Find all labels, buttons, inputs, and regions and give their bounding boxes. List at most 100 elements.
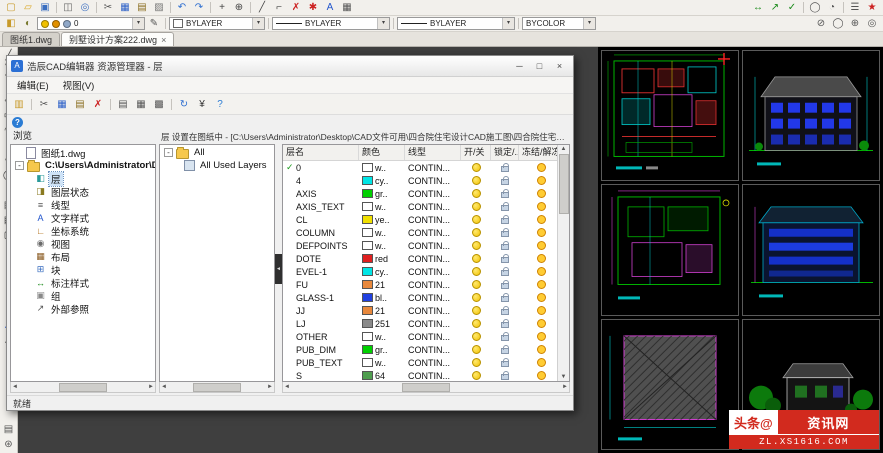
layer-freeze-cell[interactable] xyxy=(519,189,557,198)
layer-freeze-cell[interactable] xyxy=(519,176,557,185)
lock-icon[interactable] xyxy=(501,270,509,276)
plotstyle-combo[interactable]: BYCOLOR▾ xyxy=(522,17,596,30)
color-swatch[interactable] xyxy=(362,163,373,172)
new-layer-icon[interactable]: ▥ xyxy=(11,97,27,112)
layer-linetype-cell[interactable]: CONTIN... xyxy=(405,306,461,316)
table-tool-icon[interactable]: ▤ xyxy=(2,423,16,436)
freeze-icon[interactable] xyxy=(537,280,546,289)
layer-freeze-cell[interactable] xyxy=(519,280,557,289)
layer-lock-cell[interactable] xyxy=(491,306,519,315)
on-off-icon[interactable] xyxy=(472,345,481,354)
filter-icon[interactable]: ¥ xyxy=(194,97,210,112)
copy-icon[interactable]: ▦ xyxy=(117,1,133,15)
layer-color-cell[interactable]: 21 xyxy=(359,306,405,316)
lock-icon[interactable] xyxy=(501,361,509,367)
menu-view[interactable]: 视图(V) xyxy=(56,78,102,92)
on-off-icon[interactable] xyxy=(472,358,481,367)
tree-item-blocks[interactable]: ⊞块 xyxy=(11,263,155,276)
no-plot-icon[interactable]: ⊘ xyxy=(813,17,829,31)
layer-lock-cell[interactable] xyxy=(491,202,519,211)
pane-splitter[interactable]: ◄ xyxy=(275,144,282,393)
layer-color-cell[interactable]: w.. xyxy=(359,228,405,238)
lock-icon[interactable] xyxy=(501,166,509,172)
undo-icon[interactable]: ↶ xyxy=(174,1,190,15)
tree-horizontal-scrollbar[interactable]: ◄ ► xyxy=(10,382,156,393)
layer-linetype-cell[interactable]: CONTIN... xyxy=(405,293,461,303)
layer-freeze-cell[interactable] xyxy=(519,267,557,276)
layer-color-cell[interactable]: 64 xyxy=(359,371,405,381)
layer-onoff-cell[interactable] xyxy=(461,163,491,172)
layer-color-cell[interactable]: cy.. xyxy=(359,267,405,277)
lock-icon[interactable] xyxy=(501,283,509,289)
column-header[interactable]: 颜色 xyxy=(359,145,405,160)
table-row[interactable]: PUB_DIMgr..CONTIN... xyxy=(283,343,557,356)
roof-plan[interactable] xyxy=(601,319,739,450)
explode-icon[interactable]: ✱ xyxy=(305,1,321,15)
tree-item-layouts[interactable]: ▦布局 xyxy=(11,250,155,263)
chevron-down-icon[interactable]: ▾ xyxy=(377,18,389,29)
refresh-icon[interactable]: ↻ xyxy=(176,97,192,112)
tree-item-groups[interactable]: ▣组 xyxy=(11,289,155,302)
layer-linetype-cell[interactable]: CONTIN... xyxy=(405,254,461,264)
preview-icon[interactable]: ◎ xyxy=(77,1,93,15)
color-combo[interactable]: BYLAYER▾ xyxy=(169,17,265,30)
table-row[interactable]: DEFPOINTSw..CONTIN... xyxy=(283,239,557,252)
layer-color-cell[interactable]: gr.. xyxy=(359,189,405,199)
add-circle-icon[interactable]: ⊕ xyxy=(847,17,863,31)
layer-color-cell[interactable]: w.. xyxy=(359,163,405,173)
layer-freeze-cell[interactable] xyxy=(519,319,557,328)
layer-lock-cell[interactable] xyxy=(491,163,519,172)
filter-horizontal-scrollbar[interactable]: ◄ ► xyxy=(159,382,275,393)
scroll-up-icon[interactable]: ▲ xyxy=(561,146,567,152)
lock-icon[interactable] xyxy=(501,335,509,341)
layer-lock-cell[interactable] xyxy=(491,358,519,367)
lock-icon[interactable] xyxy=(501,218,509,224)
table-row[interactable]: GLASS-1bl..CONTIN... xyxy=(283,291,557,304)
freeze-icon[interactable] xyxy=(537,358,546,367)
help-icon[interactable]: ? xyxy=(212,97,228,112)
layer-freeze-cell[interactable] xyxy=(519,202,557,211)
layer-freeze-cell[interactable] xyxy=(519,345,557,354)
table-row[interactable]: LJ251CONTIN... xyxy=(283,317,557,330)
table-row[interactable]: PUB_TEXTw..CONTIN... xyxy=(283,356,557,369)
column-header[interactable]: 锁定/... xyxy=(491,145,519,160)
on-off-icon[interactable] xyxy=(472,228,481,237)
layer-linetype-cell[interactable]: CONTIN... xyxy=(405,189,461,199)
tree-item-views[interactable]: ◉视图 xyxy=(11,237,155,250)
lock-icon[interactable] xyxy=(501,374,509,380)
color-swatch[interactable] xyxy=(362,254,373,263)
on-off-icon[interactable] xyxy=(472,176,481,185)
freeze-icon[interactable] xyxy=(537,254,546,263)
polyline-icon[interactable]: ⌐ xyxy=(271,1,287,15)
color-swatch[interactable] xyxy=(362,241,373,250)
on-off-icon[interactable] xyxy=(472,371,481,380)
lock-icon[interactable] xyxy=(501,322,509,328)
layer-lock-cell[interactable] xyxy=(491,371,519,380)
layer-linetype-cell[interactable]: CONTIN... xyxy=(405,371,461,381)
current-path-node[interactable]: -C:\Users\Administrator\D xyxy=(11,159,155,172)
lock-icon[interactable] xyxy=(501,192,509,198)
table-row[interactable]: DOTEredCONTIN... xyxy=(283,252,557,265)
layer-freeze-cell[interactable] xyxy=(519,215,557,224)
color-swatch[interactable] xyxy=(362,332,373,341)
table-icon[interactable]: ▦ xyxy=(339,1,355,15)
tree-item-xrefs[interactable]: ↗外部参照 xyxy=(11,302,155,315)
on-off-icon[interactable] xyxy=(472,306,481,315)
layer-onoff-cell[interactable] xyxy=(461,371,491,380)
table-row[interactable]: AXIS_TEXTw..CONTIN... xyxy=(283,200,557,213)
table-row[interactable]: S64CONTIN... xyxy=(283,369,557,381)
color-swatch[interactable] xyxy=(362,319,373,328)
favorite-star-icon[interactable]: ★ xyxy=(864,1,880,15)
layer-color-cell[interactable]: ye.. xyxy=(359,215,405,225)
layer-lock-cell[interactable] xyxy=(491,345,519,354)
freeze-icon[interactable] xyxy=(537,228,546,237)
tree-item-layers[interactable]: ◧层 xyxy=(11,172,155,185)
color-swatch[interactable] xyxy=(362,215,373,224)
check-icon[interactable]: ✓ xyxy=(784,1,800,15)
scroll-right-icon[interactable]: ► xyxy=(267,384,273,390)
tree-expander-icon[interactable]: - xyxy=(164,148,173,157)
on-off-icon[interactable] xyxy=(472,267,481,276)
on-off-icon[interactable] xyxy=(472,280,481,289)
on-off-icon[interactable] xyxy=(472,202,481,211)
layer-linetype-cell[interactable]: CONTIN... xyxy=(405,319,461,329)
